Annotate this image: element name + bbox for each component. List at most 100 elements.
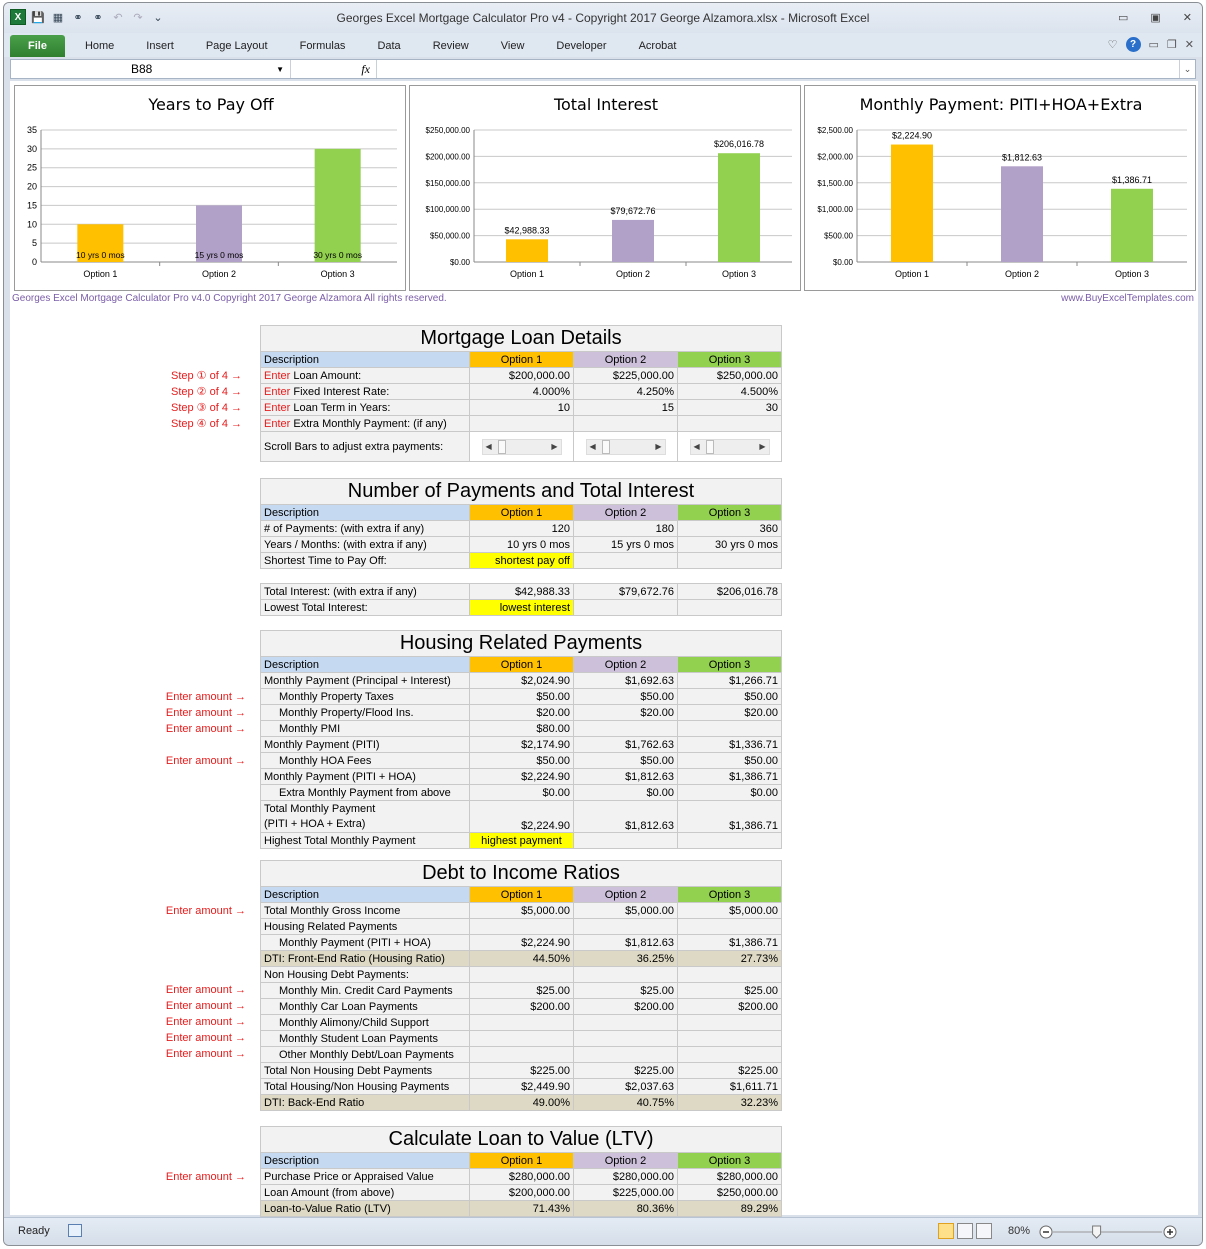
cell[interactable]: 89.29% [677, 1200, 782, 1217]
scroll-thumb[interactable] [601, 439, 610, 454]
cell[interactable]: $25.00 [573, 982, 678, 999]
cell[interactable]: $50.00 [573, 752, 678, 769]
cell[interactable]: $2,224.90 [469, 800, 574, 833]
tab-insert[interactable]: Insert [130, 35, 190, 57]
close-icon[interactable]: ✕ [1183, 11, 1192, 24]
cell[interactable]: $1,812.63 [573, 934, 678, 951]
zoom-thumb[interactable] [1092, 1225, 1102, 1239]
cell[interactable]: $50.00 [469, 688, 574, 705]
cell[interactable]: $1,386.71 [677, 934, 782, 951]
cell[interactable] [677, 918, 782, 935]
cell[interactable]: $280,000.00 [469, 1168, 574, 1185]
minimize-ribbon-icon[interactable]: ♡ [1108, 38, 1118, 51]
tab-view[interactable]: View [485, 35, 541, 57]
cell[interactable] [573, 918, 678, 935]
workbook-minimize-icon[interactable]: ▭ [1149, 38, 1159, 51]
page-layout-view-icon[interactable] [957, 1223, 973, 1239]
cell[interactable] [469, 1030, 574, 1047]
cell[interactable]: $1,266.71 [677, 672, 782, 689]
cell[interactable]: $25.00 [677, 982, 782, 999]
tab-acrobat[interactable]: Acrobat [623, 35, 693, 57]
scroll-left-icon[interactable]: ◀ [590, 442, 596, 451]
help-icon[interactable]: ? [1125, 37, 1141, 52]
scroll-thumb[interactable] [497, 439, 506, 454]
tab-data[interactable]: Data [361, 35, 416, 57]
cell[interactable]: $80.00 [469, 720, 574, 737]
chart-monthly-payment[interactable]: Monthly Payment: PITI+HOA+Extra $0.00 $500… [804, 85, 1196, 291]
cell[interactable]: 80.36% [573, 1200, 678, 1217]
loan-term-1[interactable]: 10 [469, 399, 574, 416]
chart-years-to-pay-off[interactable]: Years to Pay Off 0 5 10 15 20 25 30 35 Option 1 10… [14, 85, 406, 291]
cell[interactable] [573, 720, 678, 737]
cell[interactable] [677, 966, 782, 983]
cell[interactable]: $250,000.00 [677, 1184, 782, 1201]
cell[interactable]: $5,000.00 [469, 902, 574, 919]
cell[interactable] [677, 832, 782, 849]
scroll-left-icon[interactable]: ◀ [486, 442, 492, 451]
cell[interactable]: $0.00 [573, 784, 678, 801]
cell[interactable]: $42,988.33 [469, 583, 574, 600]
scroll-thumb[interactable] [705, 439, 714, 454]
cell[interactable] [573, 599, 678, 616]
formula-input[interactable] [377, 60, 1179, 78]
cell[interactable]: $2,037.63 [573, 1078, 678, 1095]
cell[interactable]: 30 yrs 0 mos [677, 536, 782, 553]
tab-file[interactable]: File [10, 35, 65, 57]
cell[interactable]: $225.00 [677, 1062, 782, 1079]
cell[interactable] [573, 1030, 678, 1047]
extra-payment-scrollbar-1[interactable]: ◀ ▶ [481, 438, 562, 455]
cell[interactable] [677, 1014, 782, 1031]
cell[interactable]: $225.00 [573, 1062, 678, 1079]
chevron-down-icon[interactable]: ▼ [276, 65, 284, 74]
cell[interactable]: $200.00 [469, 998, 574, 1015]
cell[interactable]: $20.00 [469, 704, 574, 721]
lowest-interest-badge[interactable]: lowest interest [469, 599, 574, 616]
cell[interactable]: $1,812.63 [573, 800, 678, 833]
scroll-left-icon[interactable]: ◀ [694, 442, 700, 451]
cell[interactable]: $200.00 [573, 998, 678, 1015]
tab-developer[interactable]: Developer [540, 35, 622, 57]
cell[interactable]: $50.00 [677, 752, 782, 769]
workbook-close-icon[interactable]: ✕ [1185, 38, 1194, 51]
cell[interactable]: 15 yrs 0 mos [573, 536, 678, 553]
loan-amount-3[interactable]: $250,000.00 [677, 367, 782, 384]
cell[interactable]: 10 yrs 0 mos [469, 536, 574, 553]
cell[interactable]: 27.73% [677, 950, 782, 967]
cell[interactable]: $200,000.00 [469, 1184, 574, 1201]
scroll-right-icon[interactable]: ▶ [551, 442, 557, 451]
cell[interactable] [469, 1046, 574, 1063]
cell[interactable]: $206,016.78 [677, 583, 782, 600]
interest-rate-1[interactable]: 4.000% [469, 383, 574, 400]
workbook-restore-icon[interactable]: ❐ [1167, 38, 1177, 51]
cell[interactable]: $225,000.00 [573, 1184, 678, 1201]
cell[interactable]: $79,672.76 [573, 583, 678, 600]
cell[interactable] [573, 832, 678, 849]
extra-payment-scrollbar-3[interactable]: ◀ ▶ [689, 438, 770, 455]
cell[interactable]: 360 [677, 520, 782, 537]
worksheet[interactable]: Years to Pay Off 0 5 10 15 20 25 30 35 Option 1 10… [10, 81, 1198, 1217]
highest-payment-badge[interactable]: highest payment [469, 832, 574, 849]
cell[interactable]: 40.75% [573, 1094, 678, 1111]
cell[interactable]: $25.00 [469, 982, 574, 999]
loan-term-3[interactable]: 30 [677, 399, 782, 416]
cell[interactable]: $1,762.63 [573, 736, 678, 753]
cell[interactable] [573, 1046, 678, 1063]
cell[interactable]: $2,024.90 [469, 672, 574, 689]
extra-payment-2[interactable] [573, 415, 678, 432]
shortest-payoff-badge[interactable]: shortest pay off [469, 552, 574, 569]
cell[interactable]: 49.00% [469, 1094, 574, 1111]
loan-term-2[interactable]: 15 [573, 399, 678, 416]
cell[interactable]: $280,000.00 [573, 1168, 678, 1185]
minimize-icon[interactable]: ▭ [1118, 11, 1128, 24]
chart-total-interest[interactable]: Total Interest $0.00 $50,000.00 $100,000.00… [409, 85, 801, 291]
cell[interactable]: $0.00 [469, 784, 574, 801]
cell[interactable]: 71.43% [469, 1200, 574, 1217]
loan-amount-1[interactable]: $200,000.00 [469, 367, 574, 384]
zoom-slider[interactable] [1038, 1224, 1178, 1240]
cell[interactable] [677, 552, 782, 569]
cell[interactable]: $20.00 [573, 704, 678, 721]
cell[interactable] [677, 1046, 782, 1063]
extra-payment-3[interactable] [677, 415, 782, 432]
cell[interactable]: $20.00 [677, 704, 782, 721]
page-break-view-icon[interactable] [976, 1223, 992, 1239]
